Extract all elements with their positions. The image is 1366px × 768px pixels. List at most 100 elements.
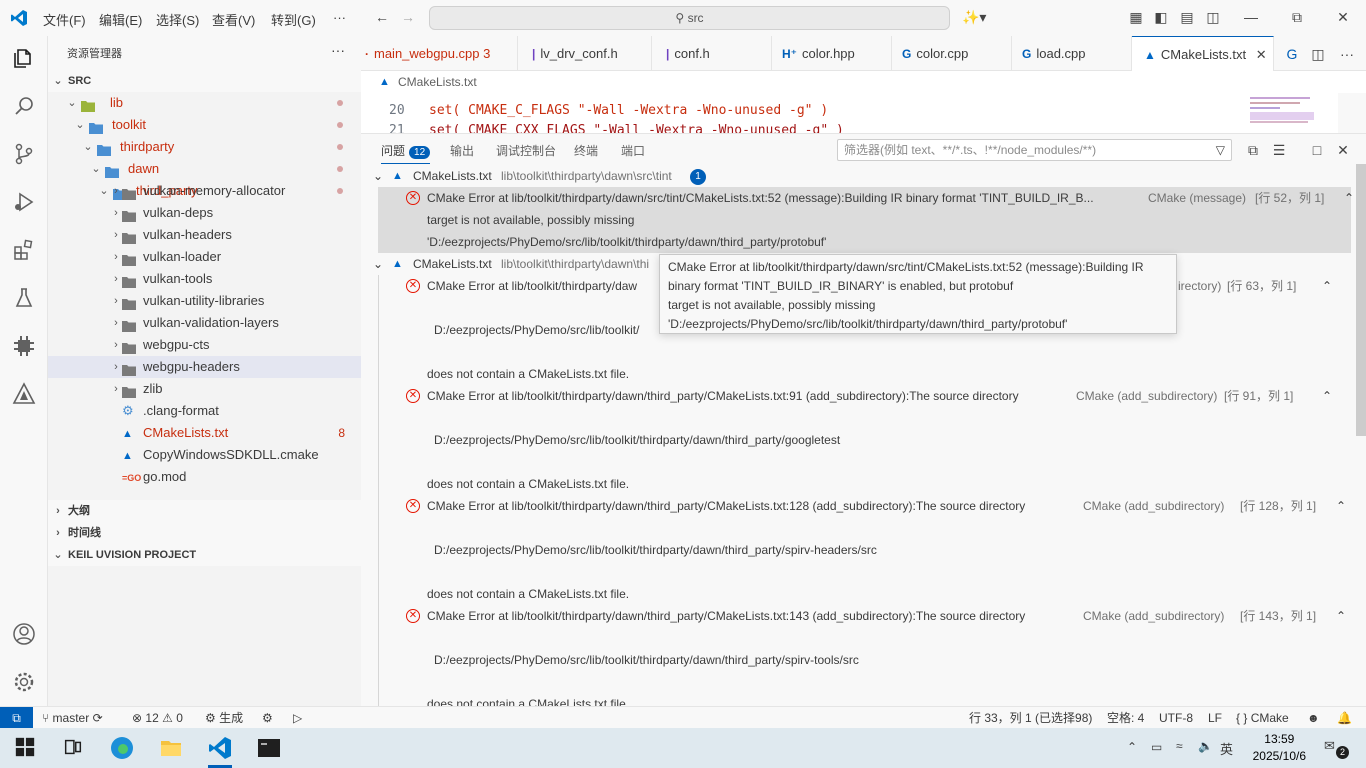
customize-layout-icon[interactable]: ▦ bbox=[1128, 9, 1144, 25]
tree-item-thirdparty[interactable]: ⌄ thirdparty bbox=[48, 136, 361, 158]
panel-scrollbar[interactable] bbox=[1356, 164, 1366, 436]
tree-item-toolkit[interactable]: ⌄ toolkit bbox=[48, 114, 361, 136]
tree-item-webgpu-cts[interactable]: › webgpu-cts bbox=[48, 334, 361, 356]
tab-ports[interactable]: 端口 bbox=[621, 142, 645, 159]
tab-load-cpp[interactable]: Gload.cpp bbox=[1012, 36, 1132, 71]
language-mode[interactable]: { } CMake bbox=[1236, 707, 1289, 729]
keil-section-header[interactable]: ⌄ KEIL UVISION PROJECT bbox=[48, 544, 361, 566]
tree-item-dawn[interactable]: ⌄ dawn bbox=[48, 158, 361, 180]
tree-item-vulkan-validation-layers[interactable]: › vulkan-validation-layers bbox=[48, 312, 361, 334]
back-arrow-icon[interactable]: ← bbox=[374, 9, 390, 25]
cursor-position[interactable]: 行 33，列 1 (已选择98) bbox=[969, 707, 1092, 729]
volume-icon[interactable]: 🔈 bbox=[1198, 739, 1213, 753]
notifications-bell-icon[interactable]: 🔔 bbox=[1337, 707, 1352, 729]
vscode-taskbar-icon[interactable] bbox=[208, 736, 232, 760]
task-view-icon[interactable] bbox=[62, 736, 86, 760]
split-editor-icon[interactable]: ◫ bbox=[1310, 46, 1326, 62]
timeline-section-header[interactable]: › 时间线 bbox=[48, 522, 361, 544]
menu-view[interactable]: 查看(V) bbox=[212, 10, 255, 29]
tree-item-webgpu-headers[interactable]: › webgpu-headers bbox=[48, 356, 361, 378]
tree-item-go-mod[interactable]: =GO go.mod bbox=[48, 466, 361, 488]
editor-more-icon[interactable]: ··· bbox=[1339, 46, 1355, 62]
collapse-all-icon[interactable]: ⧉ bbox=[1245, 142, 1261, 158]
ime-indicator[interactable]: 英 bbox=[1220, 739, 1233, 758]
tree-item-vulkan-tools[interactable]: › vulkan-tools bbox=[48, 268, 361, 290]
tab-color-cpp[interactable]: Gcolor.cpp bbox=[892, 36, 1012, 71]
problem-row-selected[interactable]: ✕ CMake Error at lib/toolkit/thirdparty/… bbox=[378, 187, 1354, 253]
cmake-icon[interactable] bbox=[12, 382, 36, 406]
notification-center-icon[interactable]: ✉ bbox=[1324, 738, 1335, 754]
run-play-icon[interactable]: ▷ bbox=[293, 707, 302, 729]
menu-edit[interactable]: 编辑(E) bbox=[99, 10, 142, 29]
problem-row[interactable]: ✕ CMake Error at lib/toolkit/thirdparty/d… bbox=[378, 605, 1351, 627]
edge-browser-icon[interactable] bbox=[110, 736, 134, 760]
chevron-up-icon[interactable]: ⌃ bbox=[1322, 385, 1332, 407]
open-changes-icon[interactable]: G bbox=[1284, 46, 1300, 62]
wifi-icon[interactable]: ≈ bbox=[1176, 739, 1183, 753]
tab-color-hpp[interactable]: H⁺ color.hpp bbox=[772, 36, 892, 71]
manage-gear-icon[interactable] bbox=[12, 670, 36, 694]
accounts-icon[interactable] bbox=[12, 622, 36, 646]
build-button[interactable]: ⚙ 生成 bbox=[205, 707, 243, 729]
chevron-up-icon[interactable]: ⌃ bbox=[1336, 605, 1346, 627]
run-debug-icon[interactable] bbox=[12, 190, 36, 214]
toggle-sidebar-icon[interactable]: ◧ bbox=[1153, 9, 1169, 25]
toggle-secondary-sidebar-icon[interactable]: ◫ bbox=[1205, 9, 1221, 25]
problem-row[interactable]: ✕ CMake Error at lib/toolkit/thirdparty/d… bbox=[378, 385, 1351, 407]
chip-icon[interactable] bbox=[12, 334, 36, 358]
explorer-icon[interactable] bbox=[12, 46, 36, 70]
menu-selection[interactable]: 选择(S) bbox=[156, 10, 199, 29]
extensions-icon[interactable] bbox=[12, 238, 36, 262]
tray-overflow-icon[interactable]: ⌃ bbox=[1127, 740, 1137, 754]
outline-section-header[interactable]: › 大纲 bbox=[48, 500, 361, 522]
minimap[interactable] bbox=[1246, 93, 1338, 133]
tree-item-vulkan-utility-libraries[interactable]: › vulkan-utility-libraries bbox=[48, 290, 361, 312]
view-as-tree-icon[interactable]: ☰ bbox=[1271, 142, 1287, 158]
command-center-search[interactable]: ⚲ src bbox=[429, 6, 950, 30]
taskbar-clock[interactable]: 13:59 2025/10/6 bbox=[1253, 731, 1306, 765]
more-actions-icon[interactable]: ··· bbox=[331, 42, 345, 58]
chevron-up-icon[interactable]: ⌃ bbox=[1344, 187, 1354, 209]
tab-lv-drv-conf-h[interactable]: | lv_drv_conf.h bbox=[518, 36, 652, 71]
search-view-icon[interactable] bbox=[12, 94, 36, 118]
problems-status[interactable]: ⊗ 12 ⚠ 0 bbox=[132, 707, 183, 729]
encoding[interactable]: UTF-8 bbox=[1159, 707, 1193, 729]
tree-item-lib[interactable]: ⌄ lib bbox=[48, 92, 361, 114]
debug-bug-icon[interactable]: ⚙ bbox=[262, 707, 273, 729]
file-explorer-icon[interactable] bbox=[159, 736, 183, 760]
problem-row[interactable]: ✕ CMake Error at lib/toolkit/thirdparty/d… bbox=[378, 495, 1351, 517]
battery-icon[interactable]: ▭ bbox=[1151, 740, 1162, 754]
copilot-status-icon[interactable]: ☻ bbox=[1307, 707, 1320, 729]
filter-funnel-icon[interactable]: ▽ bbox=[1216, 140, 1225, 160]
tab-conf-h[interactable]: | conf.h bbox=[652, 36, 772, 71]
menu-go[interactable]: 转到(G) bbox=[271, 10, 316, 29]
tree-item-vulkan-headers[interactable]: › vulkan-headers bbox=[48, 224, 361, 246]
tab-main-webgpu-cpp[interactable]: · main_webgpu.cpp 3 bbox=[361, 36, 518, 71]
tab-terminal[interactable]: 终端 bbox=[574, 142, 598, 159]
tab-debug-console[interactable]: 调试控制台 bbox=[496, 142, 556, 159]
tree-item-copywindowssdkdll-cmake[interactable]: ▲ CopyWindowsSDKDLL.cmake bbox=[48, 444, 361, 466]
problem-file-group[interactable]: ⌄ ▲ CMakeLists.txt lib\toolkit\thirdpart… bbox=[361, 165, 1351, 187]
tab-problems[interactable]: 问题 12 bbox=[381, 142, 431, 164]
tree-item-vulkan-deps[interactable]: › vulkan-deps bbox=[48, 202, 361, 224]
indentation[interactable]: 空格: 4 bbox=[1107, 707, 1144, 729]
tree-item-zlib[interactable]: › zlib bbox=[48, 378, 361, 400]
tree-item-vulkan-loader[interactable]: › vulkan-loader bbox=[48, 246, 361, 268]
close-window-icon[interactable]: ✕ bbox=[1335, 9, 1351, 25]
forward-arrow-icon[interactable]: → bbox=[400, 9, 416, 25]
remote-indicator-icon[interactable]: ⧉ bbox=[0, 707, 33, 729]
chevron-up-icon[interactable]: ⌃ bbox=[1322, 275, 1332, 297]
terminal-app-icon[interactable] bbox=[257, 736, 281, 760]
chevron-up-icon[interactable]: ⌃ bbox=[1336, 495, 1346, 517]
menu-file[interactable]: 文件(F) bbox=[43, 10, 86, 29]
tree-item-vulkan-memory-allocator[interactable]: › vulkan-memory-allocator bbox=[48, 180, 361, 202]
testing-flask-icon[interactable] bbox=[12, 286, 36, 310]
close-panel-icon[interactable]: ✕ bbox=[1335, 142, 1351, 158]
tree-item-cmakelists-txt[interactable]: ▲ CMakeLists.txt 8 bbox=[48, 422, 361, 444]
code-editor[interactable]: 20 set( CMAKE_C_FLAGS "-Wall -Wextra -Wno… bbox=[361, 87, 1246, 133]
tree-item-clang-format[interactable]: ⚙ .clang-format bbox=[48, 400, 361, 422]
tab-output[interactable]: 输出 bbox=[450, 142, 474, 159]
windows-start-icon[interactable] bbox=[14, 736, 38, 760]
restore-icon[interactable]: ⧉ bbox=[1289, 9, 1305, 25]
minimize-icon[interactable]: — bbox=[1243, 9, 1259, 25]
